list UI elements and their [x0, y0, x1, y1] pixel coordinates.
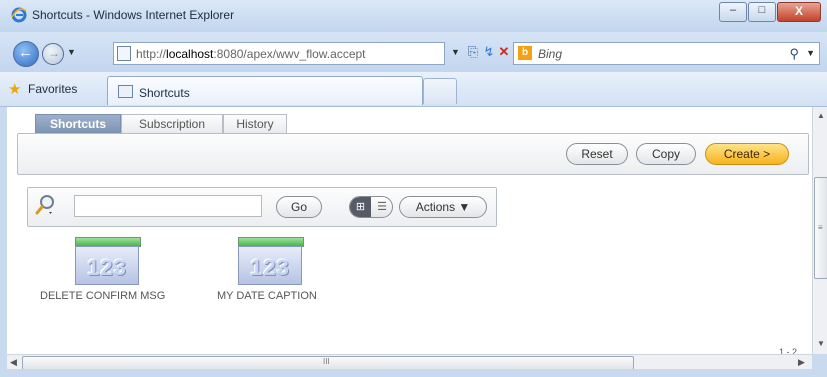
create-button[interactable]: Create >: [705, 143, 789, 165]
minimize-button[interactable]: –: [719, 2, 747, 22]
forward-button[interactable]: →: [42, 43, 64, 65]
shortcut-label[interactable]: MY DATE CAPTION: [217, 290, 317, 302]
search-icon[interactable]: ⚲: [789, 46, 799, 62]
scroll-left-icon[interactable]: ◀: [10, 357, 17, 368]
title-bar: Shortcuts - Windows Internet Explorer – …: [0, 0, 827, 32]
page-icon: [117, 46, 131, 61]
go-button[interactable]: Go: [276, 196, 322, 218]
maximize-icon: □: [758, 4, 766, 16]
tab-subscription[interactable]: Subscription: [121, 114, 223, 134]
close-icon: X: [794, 4, 803, 18]
maximize-button[interactable]: □: [748, 2, 776, 22]
refresh-icon[interactable]: ↯: [481, 44, 497, 60]
close-button[interactable]: X: [777, 2, 821, 22]
search-toolbar: Go ⊞ ☰ Actions ▼: [27, 187, 497, 227]
browser-tab-shortcuts[interactable]: Shortcuts: [107, 76, 423, 105]
address-input[interactable]: http://localhost:8080/apex/wwv_flow.acce…: [113, 42, 445, 65]
address-toolbar: ← → ▼ http://localhost:8080/apex/wwv_flo…: [0, 32, 827, 72]
page-content: Shortcuts Subscription History Reset Cop…: [7, 107, 812, 354]
icon-view-icon[interactable]: ⊞: [350, 197, 371, 217]
browser-tab-label: Shortcuts: [139, 86, 190, 100]
recent-pages-dropdown[interactable]: ▼: [67, 47, 76, 57]
page-icon: [118, 85, 133, 98]
compatibility-view-icon[interactable]: ⎘: [465, 44, 481, 60]
shortcut-text-icon[interactable]: 123: [238, 237, 304, 285]
address-url: http://localhost:8080/apex/wwv_flow.acce…: [136, 47, 366, 61]
favorites-star-icon[interactable]: ★: [8, 80, 21, 98]
vertical-scroll-thumb[interactable]: ≡: [814, 177, 827, 279]
shortcut-label[interactable]: DELETE CONFIRM MSG: [40, 290, 165, 302]
tab-history[interactable]: History: [223, 114, 287, 134]
search-options-dropdown[interactable]: ▼: [806, 48, 815, 58]
new-tab-button[interactable]: [423, 78, 457, 104]
favorites-button[interactable]: Favorites: [28, 82, 77, 96]
reset-button[interactable]: Reset: [566, 143, 628, 165]
view-toggle: ⊞ ☰: [349, 196, 393, 218]
scroll-right-icon[interactable]: ▶: [798, 357, 805, 368]
forward-arrow-icon: →: [48, 46, 60, 60]
actions-menu-button[interactable]: Actions ▼: [399, 196, 487, 218]
ie-logo-icon: [11, 7, 27, 23]
search-placeholder: Bing: [538, 47, 563, 61]
search-input[interactable]: b Bing ⚲ ▼: [513, 42, 820, 65]
window-title: Shortcuts - Windows Internet Explorer: [32, 8, 235, 22]
favorites-bar: ★ Favorites Shortcuts: [0, 72, 827, 107]
search-columns-icon[interactable]: [35, 194, 55, 216]
scroll-down-icon[interactable]: ▼: [817, 339, 825, 348]
back-button[interactable]: ←: [13, 41, 39, 67]
report-view-icon[interactable]: ☰: [372, 197, 392, 217]
vertical-scrollbar[interactable]: ▲ ≡ ▼: [812, 107, 827, 354]
minimize-icon: –: [729, 4, 737, 16]
horizontal-scroll-thumb[interactable]: III: [22, 356, 634, 370]
copy-button[interactable]: Copy: [636, 143, 696, 165]
horizontal-scrollbar[interactable]: ◀ III ▶: [7, 354, 812, 370]
stop-icon[interactable]: ✕: [496, 44, 512, 60]
status-strip: [0, 369, 827, 377]
bing-logo-icon: b: [518, 46, 532, 60]
tab-shortcuts[interactable]: Shortcuts: [35, 114, 121, 134]
search-field[interactable]: [74, 195, 262, 217]
button-region: Reset Copy Create >: [17, 133, 809, 175]
pagination-fragment: 1 - 2: [779, 347, 798, 354]
back-arrow-icon: ←: [18, 44, 33, 61]
shortcut-text-icon[interactable]: 123: [75, 237, 141, 285]
address-dropdown[interactable]: ▼: [451, 47, 460, 57]
scroll-up-icon[interactable]: ▲: [817, 111, 825, 120]
